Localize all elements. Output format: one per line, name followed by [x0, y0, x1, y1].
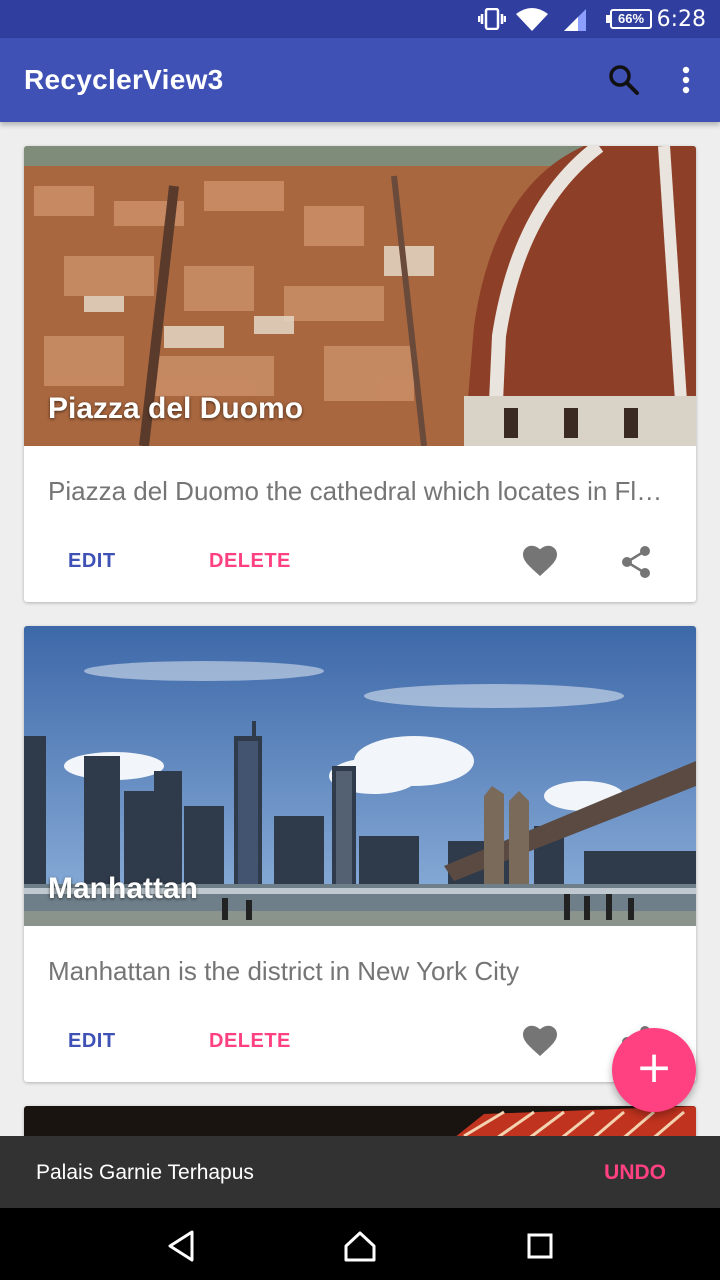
- delete-button[interactable]: DELETE: [209, 550, 291, 573]
- status-clock: 6:28: [656, 7, 706, 32]
- battery-indicator: 66%: [606, 9, 652, 29]
- card-image[interactable]: Piazza del Duomo: [24, 146, 696, 446]
- place-card: Manhattan Manhattan is the district in N…: [24, 626, 696, 1082]
- search-icon[interactable]: [606, 62, 642, 98]
- place-card: Piazza del Duomo Piazza del Duomo the ca…: [24, 146, 696, 602]
- edit-button[interactable]: EDIT: [68, 550, 116, 573]
- more-vert-icon[interactable]: [668, 62, 704, 98]
- app-bar: RecyclerView3: [0, 38, 720, 122]
- add-fab-button[interactable]: +: [612, 1028, 696, 1112]
- navigation-bar: [0, 1208, 720, 1280]
- delete-button[interactable]: DELETE: [209, 1030, 291, 1053]
- home-icon[interactable]: [340, 1226, 380, 1266]
- snackbar-message: Palais Garnie Terhapus: [36, 1161, 254, 1184]
- edit-button[interactable]: EDIT: [68, 1030, 116, 1053]
- card-actions: EDIT DELETE: [24, 1004, 696, 1082]
- snackbar: Palais Garnie Terhapus UNDO: [0, 1136, 720, 1208]
- undo-button[interactable]: UNDO: [604, 1161, 666, 1185]
- vibrate-icon: [478, 8, 506, 30]
- recents-icon[interactable]: [520, 1226, 560, 1266]
- favorite-icon[interactable]: [522, 544, 558, 580]
- card-title: Manhattan: [48, 872, 198, 905]
- card-description: Piazza del Duomo the cathedral which loc…: [48, 476, 696, 506]
- favorite-icon[interactable]: [522, 1024, 558, 1060]
- card-title: Piazza del Duomo: [48, 392, 304, 425]
- app-title: RecyclerView3: [24, 64, 224, 95]
- card-image[interactable]: Manhattan: [24, 626, 696, 926]
- back-icon[interactable]: [162, 1226, 202, 1266]
- share-icon[interactable]: [618, 544, 654, 580]
- status-bar: 66% 6:28: [0, 0, 720, 38]
- card-description: Manhattan is the district in New York Ci…: [48, 956, 520, 986]
- signal-icon: [564, 9, 586, 31]
- card-actions: EDIT DELETE: [24, 524, 696, 602]
- wifi-icon: [516, 8, 548, 31]
